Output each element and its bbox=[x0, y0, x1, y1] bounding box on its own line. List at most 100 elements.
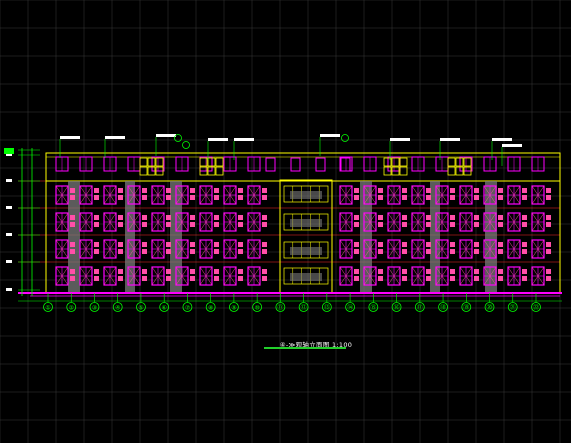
axis-label: ㉒ bbox=[533, 304, 539, 312]
core-top-window bbox=[265, 157, 276, 172]
axis-label: ⑳ bbox=[487, 304, 493, 312]
side-window bbox=[426, 215, 431, 220]
side-window bbox=[166, 242, 171, 247]
side-window bbox=[402, 249, 407, 254]
side-window bbox=[70, 242, 75, 247]
side-window bbox=[262, 242, 267, 247]
roof-grid-window bbox=[463, 157, 472, 167]
side-window bbox=[402, 188, 407, 193]
side-window bbox=[402, 222, 407, 227]
callout-bubble bbox=[182, 141, 190, 149]
side-window bbox=[546, 269, 551, 274]
caption-underline bbox=[264, 347, 346, 349]
side-window bbox=[354, 215, 359, 220]
side-window bbox=[142, 188, 147, 193]
side-window bbox=[214, 222, 219, 227]
side-window bbox=[166, 222, 171, 227]
side-window bbox=[402, 195, 407, 200]
axis-label: ⑥ bbox=[161, 305, 166, 312]
side-window bbox=[354, 249, 359, 254]
side-window bbox=[190, 242, 195, 247]
side-window bbox=[378, 222, 383, 227]
side-window bbox=[378, 242, 383, 247]
side-window bbox=[214, 269, 219, 274]
side-window bbox=[522, 188, 527, 193]
side-window bbox=[70, 222, 75, 227]
roof-grid-window bbox=[391, 157, 400, 167]
level-marker-top bbox=[4, 148, 14, 154]
axis-label: ⑭ bbox=[347, 304, 353, 312]
side-window bbox=[354, 195, 359, 200]
side-window bbox=[378, 249, 383, 254]
roof-grid-window bbox=[447, 157, 456, 167]
side-window bbox=[94, 188, 99, 193]
side-window bbox=[70, 188, 75, 193]
side-window bbox=[450, 188, 455, 193]
side-window bbox=[94, 276, 99, 281]
level-mark bbox=[6, 179, 12, 182]
callout-label bbox=[60, 136, 80, 139]
side-window bbox=[70, 276, 75, 281]
axis-label: ⑰ bbox=[417, 304, 423, 312]
side-window bbox=[426, 249, 431, 254]
side-window bbox=[474, 195, 479, 200]
axis-label: ⑫ bbox=[301, 304, 307, 312]
side-window bbox=[546, 222, 551, 227]
side-window bbox=[118, 249, 123, 254]
stair-landing bbox=[290, 219, 322, 227]
side-window bbox=[498, 269, 503, 274]
side-window bbox=[166, 195, 171, 200]
axis-label: ⑲ bbox=[463, 304, 469, 312]
side-window bbox=[498, 249, 503, 254]
side-window bbox=[190, 222, 195, 227]
side-window bbox=[546, 276, 551, 281]
axis-label: ⑤ bbox=[138, 305, 143, 312]
side-window bbox=[190, 188, 195, 193]
side-window bbox=[238, 242, 243, 247]
side-window bbox=[498, 188, 503, 193]
roof-grid-window bbox=[215, 157, 224, 167]
side-window bbox=[426, 242, 431, 247]
axis-label: ④ bbox=[115, 305, 120, 312]
callout-label bbox=[492, 138, 512, 141]
side-window bbox=[142, 222, 147, 227]
side-window bbox=[214, 195, 219, 200]
side-window bbox=[426, 269, 431, 274]
core-top-window bbox=[315, 157, 326, 172]
side-window bbox=[402, 269, 407, 274]
side-window bbox=[262, 215, 267, 220]
side-window bbox=[474, 276, 479, 281]
side-window bbox=[450, 249, 455, 254]
side-window bbox=[522, 215, 527, 220]
side-window bbox=[94, 242, 99, 247]
side-window bbox=[402, 276, 407, 281]
axis-label: ⑮ bbox=[370, 304, 376, 312]
side-window bbox=[190, 195, 195, 200]
side-window bbox=[450, 195, 455, 200]
side-window bbox=[214, 276, 219, 281]
side-window bbox=[94, 222, 99, 227]
core-top-window bbox=[340, 157, 351, 172]
side-window bbox=[378, 195, 383, 200]
side-window bbox=[378, 188, 383, 193]
side-window bbox=[118, 195, 123, 200]
stair-landing bbox=[290, 273, 322, 281]
side-window bbox=[118, 276, 123, 281]
side-window bbox=[450, 215, 455, 220]
roof-grid-window bbox=[139, 157, 148, 167]
side-window bbox=[214, 242, 219, 247]
side-window bbox=[450, 276, 455, 281]
roof-grid-window bbox=[155, 157, 164, 167]
side-window bbox=[262, 222, 267, 227]
side-window bbox=[94, 195, 99, 200]
level-mark bbox=[6, 260, 12, 263]
side-window bbox=[70, 215, 75, 220]
side-window bbox=[498, 242, 503, 247]
side-window bbox=[474, 249, 479, 254]
side-window bbox=[238, 269, 243, 274]
core-top-window bbox=[290, 157, 301, 172]
side-window bbox=[546, 188, 551, 193]
side-window bbox=[474, 222, 479, 227]
axis-label: ⑧ bbox=[208, 305, 213, 312]
side-window bbox=[142, 276, 147, 281]
